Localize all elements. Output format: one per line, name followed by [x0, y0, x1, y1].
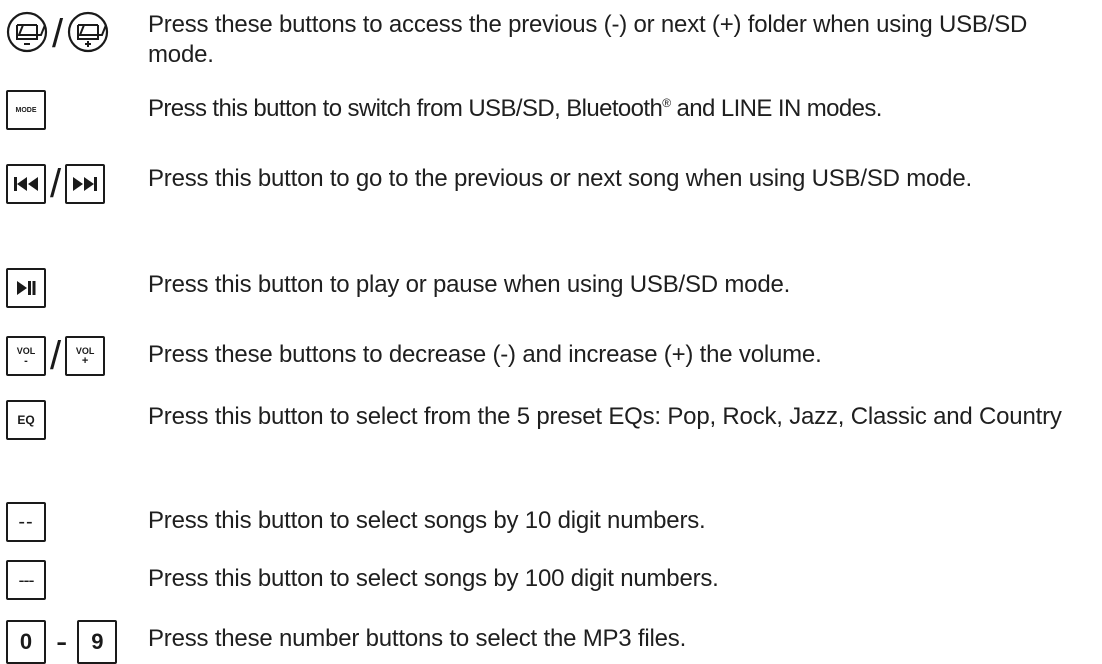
digit-0-icon: 0	[6, 620, 46, 664]
eq-icon: EQ	[6, 400, 46, 440]
mode-label: MODE	[15, 106, 37, 114]
triple-dash-icon: ---	[6, 560, 46, 600]
row-play-icons	[6, 266, 46, 310]
folder-plus-icon	[67, 11, 109, 58]
row-mode-text-main: Press this button to switch from USB/SD,…	[148, 95, 663, 122]
row-play-text: Press this button to play or pause when …	[148, 271, 791, 298]
folder-separator: /	[52, 12, 64, 56]
row-hundred-digit-icons: ---	[6, 558, 46, 602]
eq-label: EQ	[17, 413, 35, 427]
row-eq-text: Press this button to select from the 5 p…	[148, 403, 1062, 430]
vol-minus-sign: -	[24, 354, 28, 367]
triple-dash-label: ---	[18, 569, 35, 590]
folder-minus-icon	[6, 11, 48, 58]
vol-plus-sign: +	[81, 354, 89, 367]
play-pause-icon	[6, 268, 46, 308]
row-hundred-digit-text: Press this button to select songs by 100…	[148, 565, 719, 592]
row-track-icons: /	[6, 162, 106, 206]
row-digits-text: Press these number buttons to select the…	[148, 625, 687, 652]
digit-range-separator: -	[56, 623, 68, 661]
row-eq-icons: EQ	[6, 398, 46, 442]
digit-0-label: 0	[19, 629, 33, 654]
row-volume-text: Press these buttons to decrease (-) and …	[148, 341, 822, 368]
row-mode-icons: MODE	[6, 88, 46, 132]
double-dash-icon: --	[6, 502, 46, 542]
row-track-text: Press this button to go to the previous …	[148, 165, 972, 192]
row-volume-icons: VOL - / VOL +	[6, 334, 106, 378]
digit-9-icon: 9	[77, 620, 118, 664]
volume-separator: /	[50, 334, 62, 378]
vol-minus-icon: VOL -	[6, 336, 46, 376]
row-mode-text-tail: and LINE IN modes.	[670, 95, 883, 122]
digit-9-label: 9	[91, 629, 104, 654]
mode-button-icon: MODE	[6, 90, 46, 130]
row-ten-digit-icons: --	[6, 500, 46, 544]
row-folder-icons: /	[6, 11, 109, 58]
row-digits-icons: 0 - 9	[6, 620, 118, 664]
vol-plus-icon: VOL +	[65, 336, 106, 376]
track-separator: /	[50, 162, 62, 206]
row-folder-text: Press these buttons to access the previo…	[148, 11, 1028, 68]
row-ten-digit-text: Press this button to select songs by 10 …	[148, 507, 706, 534]
row-mode-text: Press this button to switch from USB/SD,…	[148, 94, 1088, 124]
previous-track-icon	[6, 164, 46, 204]
next-track-icon	[65, 164, 106, 204]
double-dash-label: --	[18, 510, 34, 533]
